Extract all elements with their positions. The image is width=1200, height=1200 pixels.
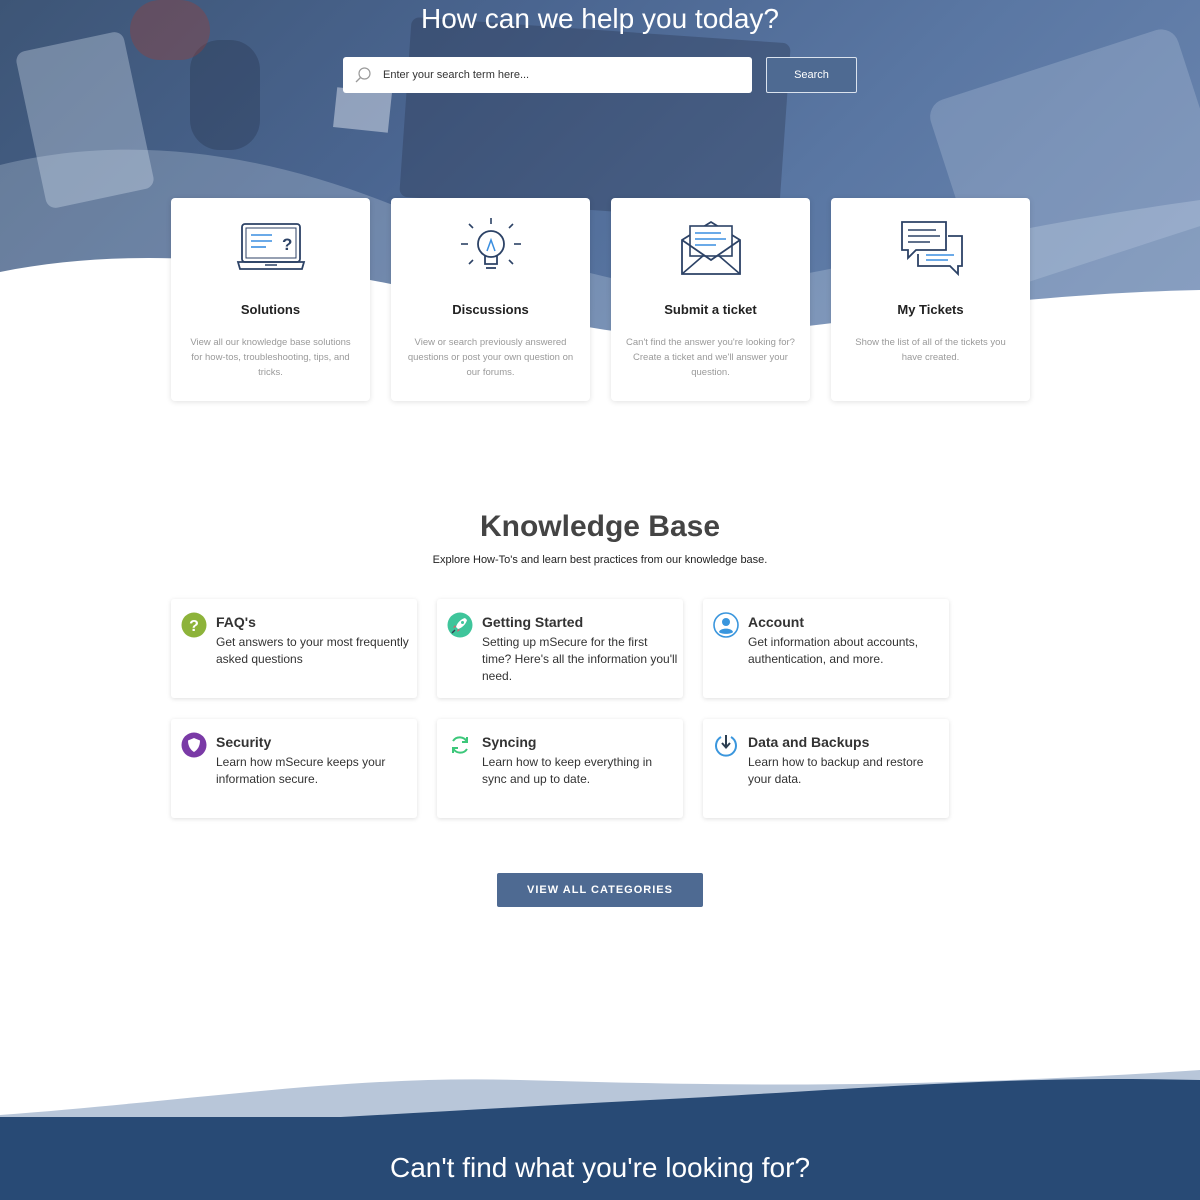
category-description: Get answers to your most frequently aske… [216, 635, 409, 666]
card-title: Solutions [240, 302, 301, 317]
category-syncing[interactable]: Syncing Learn how to keep everything in … [437, 719, 683, 818]
search-box[interactable] [343, 57, 752, 93]
category-title: FAQ's [216, 614, 256, 630]
knowledge-base-subtitle: Explore How-To's and learn best practice… [432, 554, 768, 566]
category-title: Getting Started [482, 614, 584, 630]
svg-text:?: ? [189, 618, 199, 635]
laptop-question-icon: ? [171, 214, 370, 278]
card-description: View all our knowledge base solutions fo… [190, 337, 351, 378]
card-description: Show the list of all of the tickets you … [855, 337, 1006, 363]
card-description: Can't find the answer you're looking for… [626, 337, 795, 378]
lightbulb-icon [391, 214, 590, 278]
sync-icon [452, 736, 468, 754]
background-cup [190, 40, 260, 150]
category-description: Learn how mSecure keeps your information… [216, 755, 386, 786]
download-icon [715, 735, 737, 757]
submit-ticket-card[interactable]: Submit a ticket Can't find the answer yo… [611, 198, 810, 401]
discussions-card[interactable]: Discussions View or search previously an… [391, 198, 590, 401]
search-icon [343, 66, 383, 84]
category-title: Syncing [482, 734, 537, 750]
category-data-backups[interactable]: Data and Backups Learn how to backup and… [703, 719, 949, 818]
knowledge-base-title: Knowledge Base [479, 510, 721, 543]
category-title: Account [748, 614, 804, 630]
category-getting-started[interactable]: Getting Started Setting up mSecure for t… [437, 599, 683, 698]
category-security[interactable]: Security Learn how mSecure keeps your in… [171, 719, 417, 818]
svg-text:?: ? [282, 235, 292, 254]
card-description: View or search previously answered quest… [407, 337, 574, 378]
view-all-categories-button[interactable]: VIEW ALL CATEGORIES [497, 873, 703, 907]
search-input[interactable] [383, 69, 733, 81]
category-title: Security [216, 734, 272, 750]
category-description: Get information about accounts, authenti… [748, 635, 919, 666]
category-faqs[interactable]: ? FAQ's Get answers to your most frequen… [171, 599, 417, 698]
category-account[interactable]: Account Get information about accounts, … [703, 599, 949, 698]
chat-bubbles-icon [831, 214, 1030, 278]
user-circle-icon [713, 612, 739, 638]
shield-icon [181, 732, 207, 758]
card-title: Discussions [452, 302, 529, 317]
search-button[interactable]: Search [766, 57, 857, 93]
page-title: How can we help you today? [421, 3, 779, 34]
category-description: Setting up mSecure for the first time? H… [482, 635, 678, 683]
solutions-card[interactable]: ? Solutions View all our knowledge base … [171, 198, 370, 401]
card-title: My Tickets [897, 302, 964, 317]
background-sticky-note [333, 87, 392, 133]
footer-title: Can't find what you're looking for? [389, 1152, 811, 1183]
card-title: Submit a ticket [664, 302, 757, 317]
my-tickets-card[interactable]: My Tickets Show the list of all of the t… [831, 198, 1030, 401]
category-title: Data and Backups [748, 734, 870, 750]
category-description: Learn how to backup and restore your dat… [748, 755, 924, 786]
question-circle-icon: ? [181, 612, 207, 638]
category-description: Learn how to keep everything in sync and… [482, 755, 653, 786]
rocket-icon [447, 612, 473, 638]
envelope-icon [611, 214, 810, 278]
